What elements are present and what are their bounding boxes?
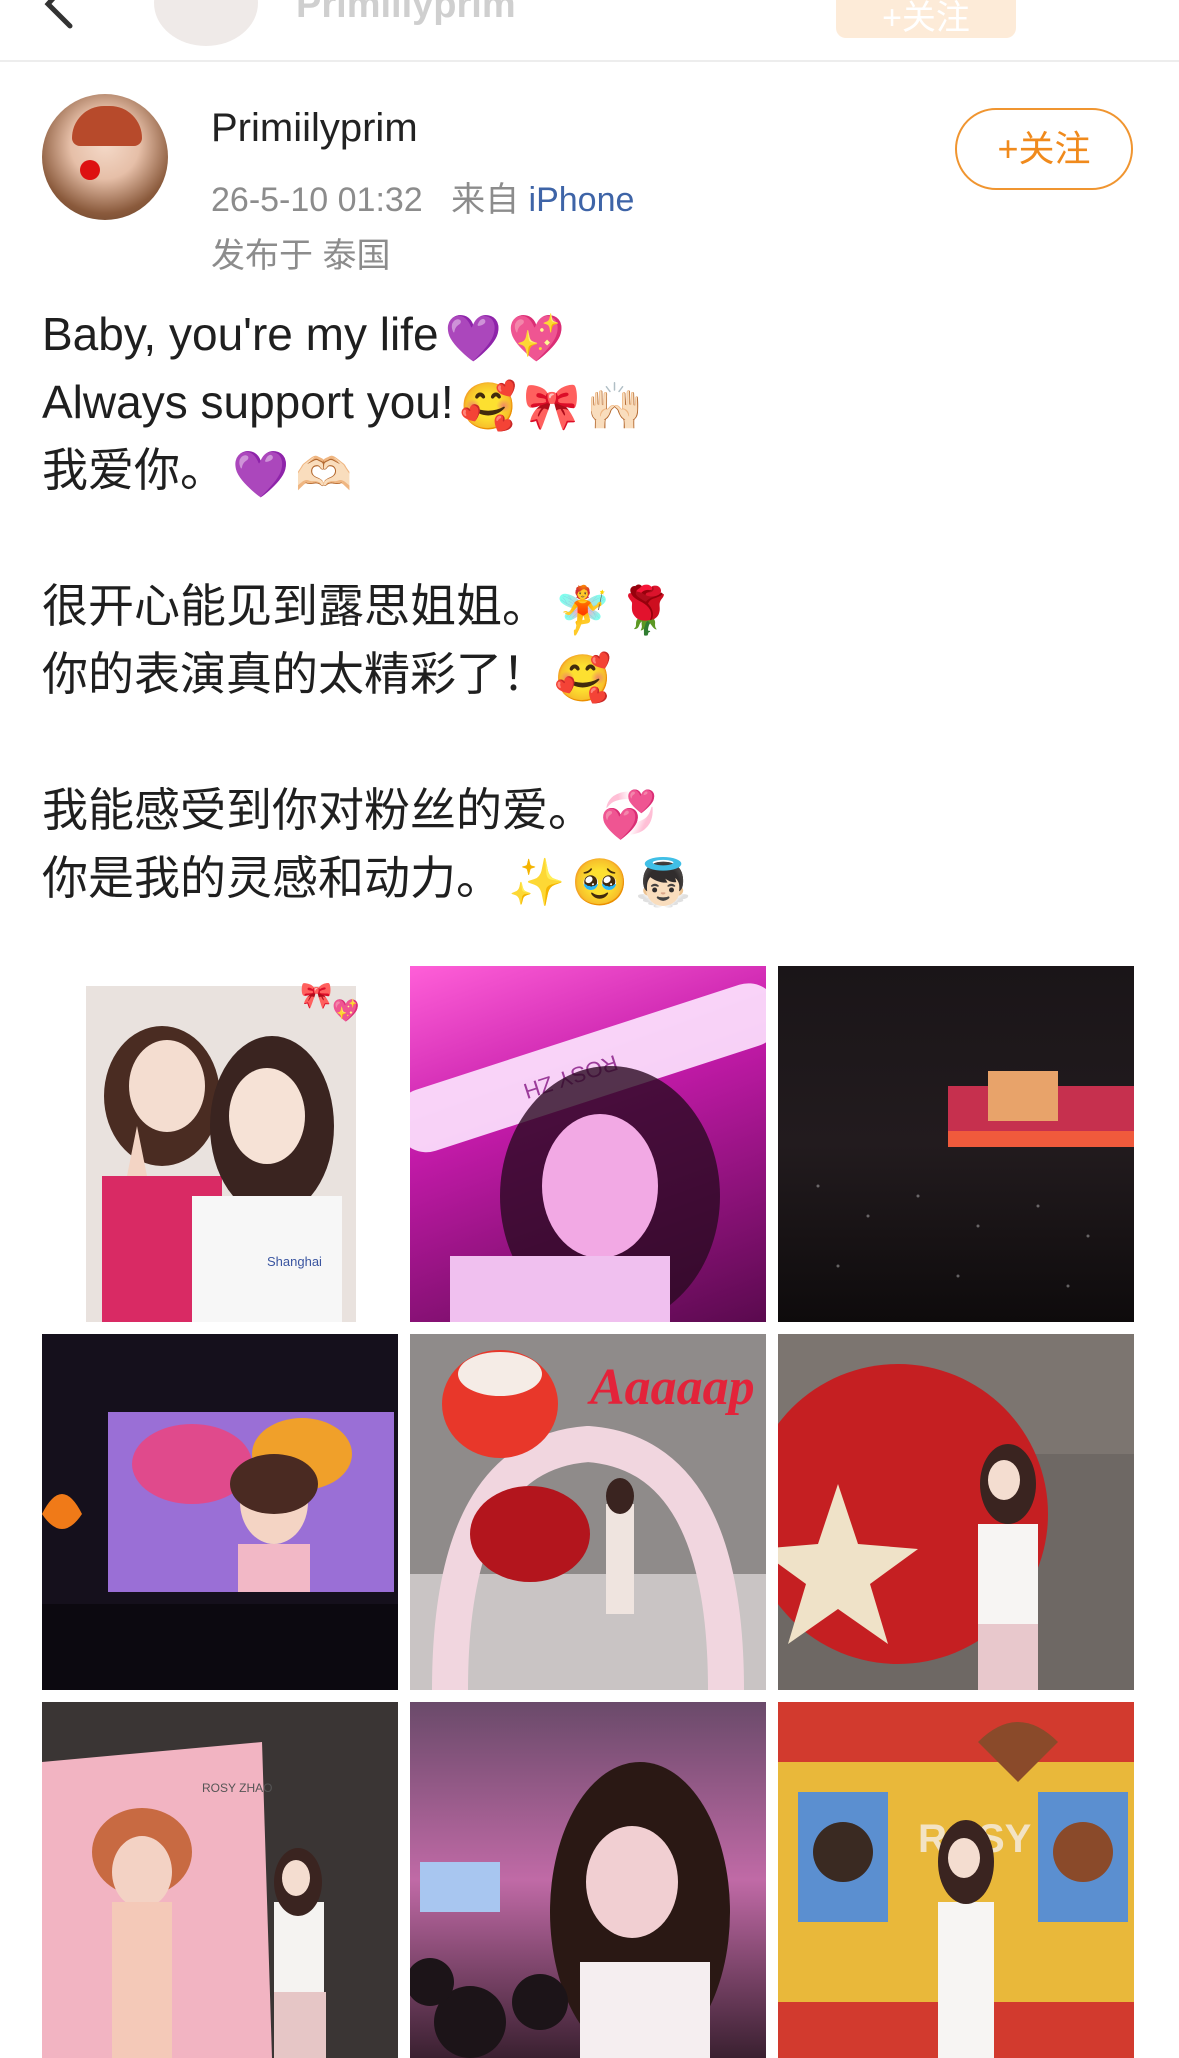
post-line: Always support you! 🥰 🎀 🙌🏻	[42, 368, 1142, 436]
post-line-text: 你的表演真的太精彩了！	[42, 648, 548, 700]
emoji-icon: 💖	[507, 311, 566, 364]
emoji-icon: 🥹	[571, 855, 629, 908]
photo-selfie-two-women[interactable]: Shanghai 🎀 💖	[42, 966, 398, 1322]
photo-lightstick-selfie[interactable]: ROSY ZH	[410, 966, 766, 1322]
post-line-text: 很开心能见到露思姐姐。	[42, 580, 548, 632]
photo-poster-wall[interactable]: ROSY ZHAO	[42, 1702, 398, 2058]
post-line: 很开心能见到露思姐姐。 🧚 🌹	[42, 572, 1142, 640]
post-line: 你是我的灵感和动力。 ✨ 🥹 👼🏻	[42, 844, 1142, 912]
svg-text:💖: 💖	[332, 998, 360, 1023]
svg-text:🎀: 🎀	[300, 980, 332, 1010]
post-meta: 26-5-10 01:32 来自 iPhone	[211, 172, 634, 221]
post-text: Baby, you're my life 💜 💖 Always support you…	[42, 300, 1142, 912]
emoji-icon: 🎀	[522, 379, 581, 432]
photo-cartoon-wall[interactable]: ROSY	[778, 1702, 1134, 2058]
post-source-device[interactable]: iPhone	[529, 181, 635, 219]
arch-text: Aaaaap	[587, 1359, 755, 1416]
emoji-icon: 💞	[600, 787, 658, 840]
emoji-icon: 🫶🏻	[295, 447, 353, 500]
post-line: 你的表演真的太精彩了！ 🥰	[42, 640, 1142, 708]
nav-avatar[interactable]	[154, 0, 258, 46]
post-timestamp: 26-5-10 01:32	[211, 181, 423, 219]
post-line: Baby, you're my life 💜 💖	[42, 300, 1142, 368]
poster-text: ROSY ZHAO	[202, 1781, 272, 1795]
emoji-icon: 👼🏻	[634, 855, 692, 908]
author-avatar[interactable]	[42, 94, 168, 220]
emoji-icon: 🥰	[459, 379, 517, 432]
emoji-icon: 🌹	[617, 583, 675, 636]
nav-follow-button[interactable]: +关注	[836, 0, 1016, 38]
post-line-text: 我能感受到你对粉丝的爱。	[42, 784, 594, 836]
top-nav-bar: Primiilyprim +关注	[0, 0, 1179, 62]
chevron-left-icon[interactable]	[30, 0, 90, 30]
photo-concert-stage-wide[interactable]	[778, 966, 1134, 1322]
photo-concert-screen[interactable]	[42, 1334, 398, 1690]
emoji-icon: 🥰	[554, 651, 612, 704]
post-line: 我爱你。 💜 🫶🏻	[42, 436, 1142, 504]
post-line-text: Always support you!	[42, 376, 454, 428]
emoji-icon: 🧚	[554, 583, 612, 636]
photo-giant-apple-pose[interactable]	[778, 1334, 1134, 1690]
shirt-text: Shanghai	[267, 1254, 322, 1269]
nav-title-name: Primiilyprim	[296, 0, 516, 26]
photo-apple-arch-installation[interactable]: Aaaaap	[410, 1334, 766, 1690]
post-line-text: Baby, you're my life	[42, 308, 439, 360]
post-location: 发布于 泰国	[211, 237, 391, 275]
post-source-prefix: 来自	[451, 181, 520, 219]
emoji-icon: 💜	[232, 447, 290, 500]
post-line-text: 我爱你。	[42, 444, 226, 496]
follow-button[interactable]: +关注	[955, 108, 1133, 190]
emoji-icon: ✨	[508, 855, 566, 908]
emoji-icon: 🙌🏻	[586, 379, 644, 432]
post-line: 我能感受到你对粉丝的爱。 💞	[42, 776, 1142, 844]
emoji-icon: 💜	[444, 311, 502, 364]
post-line-text: 你是我的灵感和动力。	[42, 852, 502, 904]
photo-crowd-selfie[interactable]	[410, 1702, 766, 2058]
author-name[interactable]: Primiilyprim	[211, 106, 418, 151]
